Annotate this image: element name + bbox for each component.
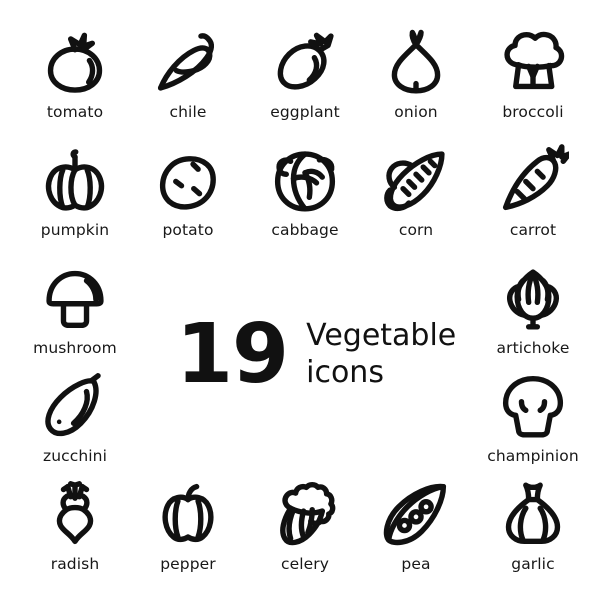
tomato-icon (39, 26, 111, 98)
icon-cell-garlic[interactable]: garlic (477, 478, 589, 573)
vegetable-icons-poster: tomato chile eggplant onion broccoli pum… (0, 0, 612, 612)
zucchini-icon (39, 370, 111, 442)
icon-cell-pumpkin[interactable]: pumpkin (19, 144, 131, 239)
icon-label: celery (280, 555, 330, 573)
icon-cell-chile[interactable]: chile (132, 26, 244, 121)
icon-label: broccoli (502, 103, 564, 121)
onion-icon (380, 26, 452, 98)
icon-cell-eggplant[interactable]: eggplant (249, 26, 361, 121)
icon-label: tomato (46, 103, 104, 121)
carrot-icon (497, 144, 569, 216)
broccoli-icon (497, 26, 569, 98)
icon-label: champinion (487, 447, 579, 465)
icon-cell-pea[interactable]: pea (360, 478, 472, 573)
icon-cell-potato[interactable]: potato (132, 144, 244, 239)
icon-label: pea (401, 555, 431, 573)
icon-cell-carrot[interactable]: carrot (477, 144, 589, 239)
pepper-icon (152, 478, 224, 550)
icon-label: onion (394, 103, 438, 121)
celery-icon (269, 478, 341, 550)
garlic-icon (497, 478, 569, 550)
icon-cell-cabbage[interactable]: cabbage (249, 144, 361, 239)
cabbage-icon (269, 144, 341, 216)
eggplant-icon (269, 26, 341, 98)
icon-label: corn (398, 221, 434, 239)
icon-cell-radish[interactable]: radish (19, 478, 131, 573)
champinion-icon (497, 370, 569, 442)
title-line-2: icons (306, 355, 384, 390)
icon-label: potato (162, 221, 214, 239)
icon-cell-champinion[interactable]: champinion (477, 370, 589, 465)
icon-cell-artichoke[interactable]: artichoke (477, 262, 589, 357)
icon-label: radish (50, 555, 100, 573)
icon-label: pumpkin (40, 221, 110, 239)
icon-label: garlic (511, 555, 555, 573)
corn-icon (380, 144, 452, 216)
center-title-block: 19 Vegetable icons (176, 300, 456, 410)
pumpkin-icon (39, 144, 111, 216)
artichoke-icon (497, 262, 569, 334)
chile-icon (152, 26, 224, 98)
icon-count: 19 (176, 307, 289, 403)
icon-cell-onion[interactable]: onion (360, 26, 472, 121)
icon-cell-mushroom[interactable]: mushroom (19, 262, 131, 357)
icon-cell-celery[interactable]: celery (249, 478, 361, 573)
icon-label: zucchini (42, 447, 108, 465)
icon-label: mushroom (33, 339, 117, 357)
icon-cell-broccoli[interactable]: broccoli (477, 26, 589, 121)
mushroom-icon (39, 262, 111, 334)
icon-cell-tomato[interactable]: tomato (19, 26, 131, 121)
pea-icon (380, 478, 452, 550)
radish-icon (39, 478, 111, 550)
icon-label: pepper (160, 555, 216, 573)
icon-label: cabbage (271, 221, 339, 239)
potato-icon (152, 144, 224, 216)
icon-cell-zucchini[interactable]: zucchini (19, 370, 131, 465)
title-line-1: Vegetable (306, 318, 457, 354)
icon-label: carrot (509, 221, 557, 239)
icon-cell-pepper[interactable]: pepper (132, 478, 244, 573)
icon-label: artichoke (496, 339, 570, 357)
icon-label: eggplant (270, 103, 340, 121)
icon-cell-corn[interactable]: corn (360, 144, 472, 239)
poster-title: Vegetable icons (306, 318, 456, 391)
icon-label: chile (169, 103, 207, 121)
